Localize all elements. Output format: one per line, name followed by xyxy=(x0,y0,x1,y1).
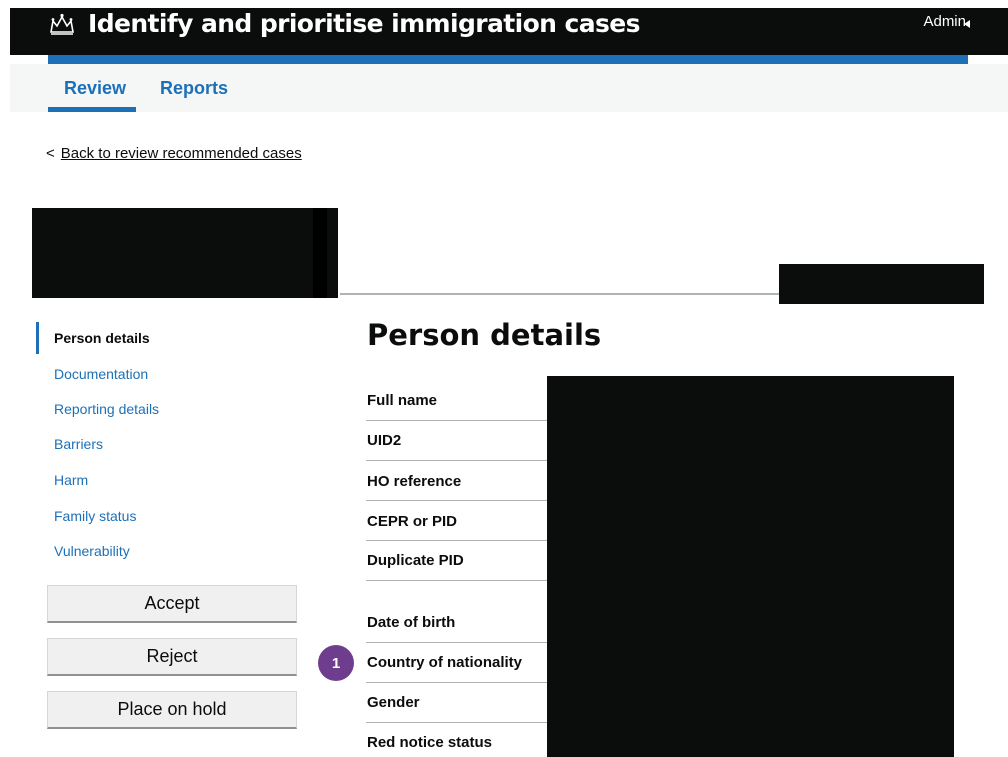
tab-reports[interactable]: Reports xyxy=(160,78,228,99)
sidebar-item-reporting-details[interactable]: Reporting details xyxy=(54,401,159,417)
label-uid2: UID2 xyxy=(367,432,402,449)
sidebar-item-documentation[interactable]: Documentation xyxy=(54,366,148,382)
label-cepr-or-pid: CEPR or PID xyxy=(367,513,458,530)
caret-left-icon[interactable] xyxy=(964,20,970,28)
crown-icon xyxy=(50,13,74,35)
redaction-edge xyxy=(313,208,327,298)
header-accent-bar xyxy=(48,55,968,64)
label-ho-reference: HO reference xyxy=(367,473,462,490)
sidebar-item-vulnerability[interactable]: Vulnerability xyxy=(54,543,130,559)
label-date-of-birth: Date of birth xyxy=(367,614,456,631)
tab-review[interactable]: Review xyxy=(64,78,126,99)
row-divider xyxy=(366,722,548,723)
accept-button[interactable]: Accept xyxy=(47,585,297,623)
redacted-status-tag xyxy=(779,264,984,304)
back-link-label[interactable]: Back to review recommended cases xyxy=(61,145,302,162)
annotation-badge: 1 xyxy=(318,645,354,681)
sidebar-item-harm[interactable]: Harm xyxy=(54,472,88,488)
reject-button[interactable]: Reject xyxy=(47,638,297,676)
active-tab-indicator xyxy=(48,107,136,112)
row-divider xyxy=(366,682,548,683)
row-divider xyxy=(366,420,548,421)
row-divider xyxy=(366,540,548,541)
section-title: Person details xyxy=(367,318,602,352)
label-country-of-nationality: Country of nationality xyxy=(367,654,522,671)
row-divider xyxy=(366,580,548,581)
sidebar-item-family-status[interactable]: Family status xyxy=(54,508,136,524)
section-divider xyxy=(340,293,780,295)
row-divider xyxy=(366,500,548,501)
sidebar-active-indicator xyxy=(36,322,39,354)
row-divider xyxy=(366,460,548,461)
chevron-left-icon: < xyxy=(46,145,55,162)
sidebar-item-barriers[interactable]: Barriers xyxy=(54,436,103,452)
row-divider xyxy=(366,642,548,643)
label-red-notice-status: Red notice status xyxy=(367,734,493,751)
redacted-person-values xyxy=(547,376,954,757)
label-duplicate-pid: Duplicate PID xyxy=(367,552,464,569)
label-full-name: Full name xyxy=(367,392,438,409)
label-gender: Gender xyxy=(367,694,420,711)
place-on-hold-button[interactable]: Place on hold xyxy=(47,691,297,729)
sidebar-item-person-details[interactable]: Person details xyxy=(54,330,150,346)
back-link[interactable]: < Back to review recommended cases xyxy=(46,145,302,162)
user-menu[interactable]: Admin xyxy=(923,13,966,30)
app-title: Identify and prioritise immigration case… xyxy=(88,9,640,38)
redacted-person-name xyxy=(32,208,338,298)
